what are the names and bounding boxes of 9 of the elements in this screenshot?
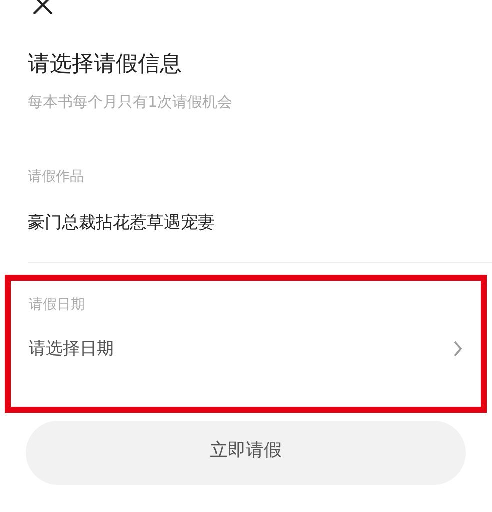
field-label: 请假日期 bbox=[29, 296, 86, 315]
field-label: 请假作品 bbox=[28, 168, 85, 187]
chevron-right-icon[interactable] bbox=[453, 341, 463, 357]
hint-text: 每本书每个月只有1次请假机会 bbox=[27, 92, 234, 112]
page-title: 请选择请假信息 bbox=[27, 51, 183, 79]
date-picker[interactable]: 请选择日期 bbox=[29, 337, 114, 361]
book-title: 豪门总裁拈花惹草遇宠妻 bbox=[28, 212, 215, 235]
close-icon[interactable] bbox=[33, 0, 53, 14]
submit-button[interactable]: 立即请假 bbox=[26, 421, 466, 485]
